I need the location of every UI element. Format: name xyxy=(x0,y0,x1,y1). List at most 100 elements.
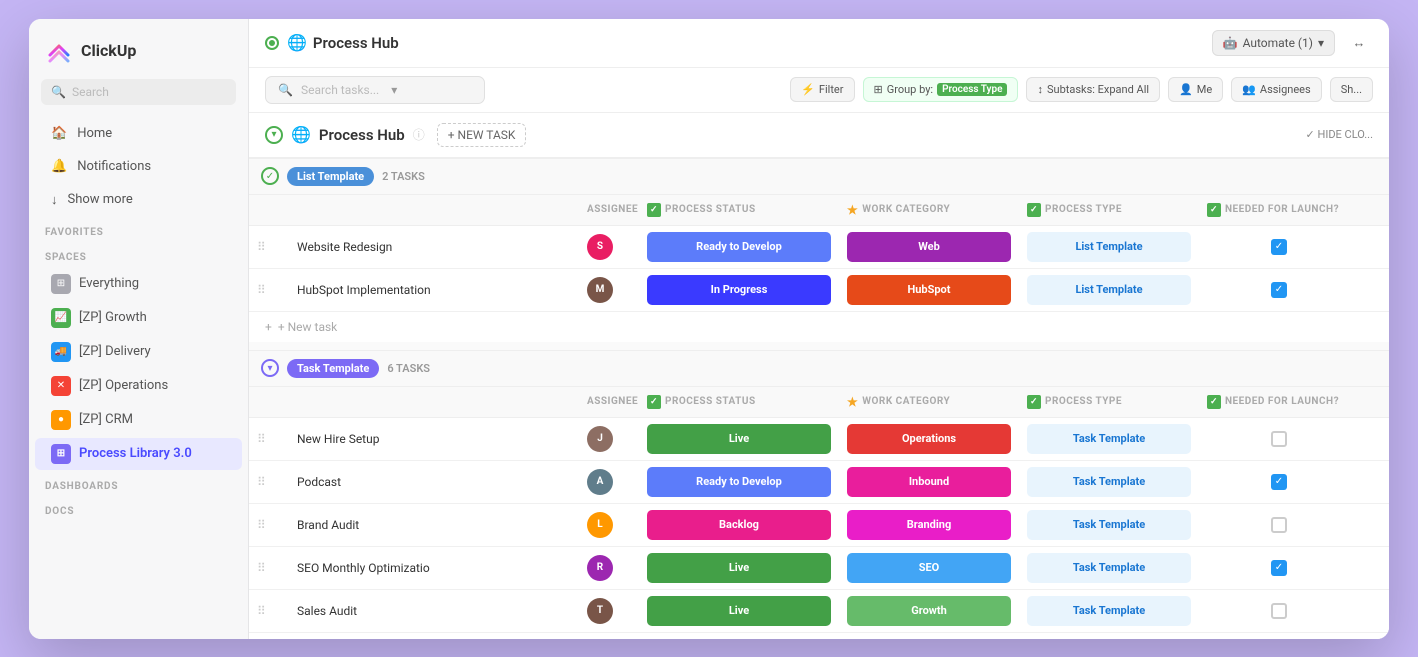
topbar-collapse-button[interactable]: ↔ xyxy=(1345,29,1373,57)
task-row-4[interactable]: ⠿ SEO Monthly Optimizatio R Live SEO Tas… xyxy=(249,547,1389,590)
task-name-cell: SEO Monthly Optimizatio xyxy=(289,555,579,581)
sidebar-item-notifications[interactable]: 🔔 Notifications xyxy=(35,151,242,182)
sidebar-search[interactable]: 🔍 Search xyxy=(41,79,236,105)
sidebar-item-everything[interactable]: ⊞ Everything xyxy=(35,268,242,300)
status-chip: Live xyxy=(647,596,831,626)
filter-label: Filter xyxy=(819,83,844,96)
type-cell[interactable]: List Template xyxy=(1019,269,1199,311)
type-chip: List Template xyxy=(1027,232,1191,262)
category-chip: SEO xyxy=(847,553,1011,583)
sidebar-item-home[interactable]: 🏠 Home xyxy=(35,118,242,149)
chevron-down-icon: ↓ xyxy=(51,192,58,208)
list-task-row-1[interactable]: ⠿ Website Redesign S Ready to Develop We… xyxy=(249,226,1389,269)
task-name-cell: Website Redesign xyxy=(289,234,579,260)
task-section-toggle[interactable]: ▾ xyxy=(261,359,279,377)
category-chip: Growth xyxy=(847,596,1011,626)
list-new-task-row[interactable]: + + New task xyxy=(249,312,1389,342)
group-by-button[interactable]: ⊞ Group by: Process Type xyxy=(863,77,1019,102)
type-cell[interactable]: Task Template xyxy=(1019,547,1199,589)
category-cell[interactable]: Inbound xyxy=(839,461,1019,503)
list-task-row-2[interactable]: ⠿ HubSpot Implementation M In Progress H… xyxy=(249,269,1389,312)
status-cell[interactable]: Ready to Develop xyxy=(639,226,839,268)
status-chip: Ready to Develop xyxy=(647,467,831,497)
category-cell[interactable]: Growth xyxy=(839,590,1019,632)
me-button[interactable]: 👤 Me xyxy=(1168,77,1223,102)
status-cell[interactable]: In Progress xyxy=(639,269,839,311)
sidebar-item-show-more[interactable]: ↓ Show more xyxy=(35,184,242,216)
more-cell xyxy=(1359,562,1389,574)
me-label: Me xyxy=(1197,83,1212,96)
everything-label: Everything xyxy=(79,276,139,291)
type-cell[interactable]: Task Template xyxy=(1019,590,1199,632)
launch-checkbox-cell[interactable] xyxy=(1199,511,1359,539)
task-template-tag: Task Template xyxy=(287,359,379,378)
list-section-toggle[interactable]: ✓ xyxy=(261,167,279,185)
category-cell[interactable]: Web xyxy=(839,226,1019,268)
filter-button[interactable]: ⚡ Filter xyxy=(790,77,854,102)
assignees-button[interactable]: 👥 Assignees xyxy=(1231,77,1322,102)
type-cell[interactable]: List Template xyxy=(1019,226,1199,268)
launch-checkbox-cell[interactable] xyxy=(1199,597,1359,625)
topbar-right: 🤖 Automate (1) ▾ ↔ xyxy=(1212,29,1373,57)
category-cell[interactable]: Operations xyxy=(839,418,1019,460)
assignee-cell: M xyxy=(579,635,639,639)
status-chip: Live xyxy=(647,424,831,454)
search-icon: 🔍 xyxy=(51,85,66,99)
type-chip: Task Template xyxy=(1027,510,1191,540)
task-row-6[interactable]: ⠿ Reporting Dashboard M Approved – xyxy=(249,633,1389,639)
automate-button[interactable]: 🤖 Automate (1) ▾ xyxy=(1212,30,1335,56)
sidebar-item-growth[interactable]: 📈 [ZP] Growth xyxy=(35,302,242,334)
status-cell[interactable]: Live xyxy=(639,590,839,632)
task-row-5[interactable]: ⠿ Sales Audit T Live Growth Task Templat… xyxy=(249,590,1389,633)
type-cell[interactable]: Task Template xyxy=(1019,461,1199,503)
type-cell[interactable]: Task Template xyxy=(1019,633,1199,639)
launch-checkbox-cell[interactable]: ✓ xyxy=(1199,554,1359,582)
category-cell[interactable]: SEO xyxy=(839,547,1019,589)
launch-checkbox-cell[interactable] xyxy=(1199,425,1359,453)
launch-checkbox-cell[interactable]: ✓ xyxy=(1199,276,1359,304)
checkbox-checked: ✓ xyxy=(1271,560,1287,576)
sidebar-item-process-library[interactable]: ⊞ Process Library 3.0 xyxy=(35,438,242,470)
growth-icon: 📈 xyxy=(51,308,71,328)
category-cell[interactable]: HubSpot xyxy=(839,269,1019,311)
operations-label: [ZP] Operations xyxy=(79,378,168,393)
status-cell[interactable]: Ready to Develop xyxy=(639,461,839,503)
task-name-cell: Sales Audit xyxy=(289,598,579,624)
search-input-wrap[interactable]: 🔍 Search tasks... ▾ xyxy=(265,76,485,104)
launch-checkbox-cell[interactable]: ✓ xyxy=(1199,233,1359,261)
share-button[interactable]: Sh... xyxy=(1330,77,1373,102)
type-cell[interactable]: Task Template xyxy=(1019,418,1199,460)
category-chip: Web xyxy=(847,232,1011,262)
new-task-button[interactable]: + NEW TASK xyxy=(437,123,527,147)
page-header-toggle[interactable]: ▾ xyxy=(265,126,283,144)
check-icon: ✓ xyxy=(647,395,661,409)
task-template-section-header: ▾ Task Template 6 TASKS xyxy=(249,350,1389,387)
launch-checkbox-cell[interactable]: ✓ xyxy=(1199,468,1359,496)
task-row-3[interactable]: ⠿ Brand Audit L Backlog Branding Task Te… xyxy=(249,504,1389,547)
type-cell[interactable]: Task Template xyxy=(1019,504,1199,546)
status-cell[interactable]: Approved xyxy=(639,633,839,639)
task-name-cell: HubSpot Implementation xyxy=(289,277,579,303)
hide-closed-button[interactable]: ✓ HIDE CLO... xyxy=(1306,128,1373,141)
drag-handle: ⠿ xyxy=(249,426,289,452)
checkbox-checked: ✓ xyxy=(1271,239,1287,255)
status-cell[interactable]: Live xyxy=(639,418,839,460)
category-cell[interactable]: Branding xyxy=(839,504,1019,546)
sidebar-item-crm[interactable]: ● [ZP] CRM xyxy=(35,404,242,436)
task-row-2[interactable]: ⠿ Podcast A Ready to Develop Inbound Tas… xyxy=(249,461,1389,504)
subtasks-button[interactable]: ↕ Subtasks: Expand All xyxy=(1026,77,1160,102)
task-name: Sales Audit xyxy=(297,604,357,618)
more-cell xyxy=(1359,519,1389,531)
status-cell[interactable]: Live xyxy=(639,547,839,589)
drag-handle: ⠿ xyxy=(249,512,289,538)
status-indicator xyxy=(265,36,279,50)
sidebar-item-operations[interactable]: ✕ [ZP] Operations xyxy=(35,370,242,402)
plus-icon: + xyxy=(265,320,272,334)
type-chip: List Template xyxy=(1027,275,1191,305)
sidebar-search-placeholder: Search xyxy=(72,85,109,99)
task-row-1[interactable]: ⠿ New Hire Setup J Live Operations Task … xyxy=(249,418,1389,461)
sidebar-item-delivery[interactable]: 🚚 [ZP] Delivery xyxy=(35,336,242,368)
category-cell[interactable]: – xyxy=(839,633,1019,639)
status-cell[interactable]: Backlog xyxy=(639,504,839,546)
page-header: ▾ 🌐 Process Hub ⓘ + NEW TASK ✓ HIDE CLO.… xyxy=(249,113,1389,158)
